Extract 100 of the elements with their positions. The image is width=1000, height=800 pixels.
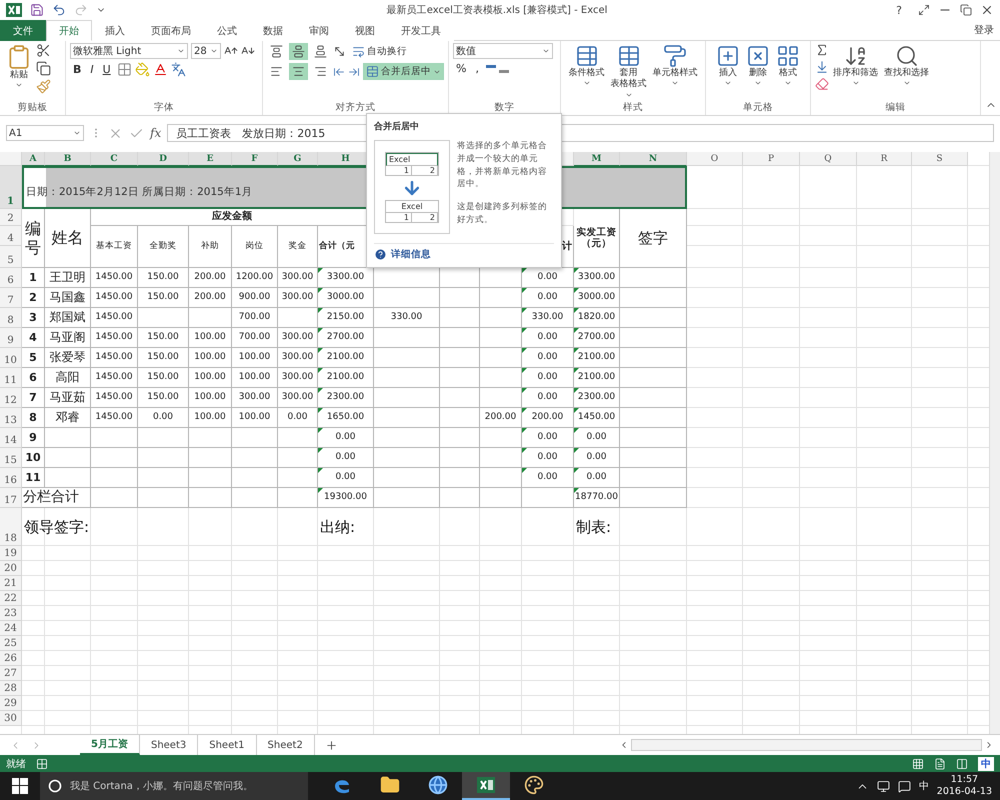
macro-icon[interactable] [36,758,48,770]
editing-button[interactable]: 查找和选择 [882,43,931,101]
cells-button[interactable]: 格式 [774,43,802,101]
column-header[interactable]: M [574,152,620,166]
copy-icon[interactable] [36,61,51,76]
font-size-field[interactable]: 28 [191,43,221,59]
number-format-button[interactable]: % [453,62,470,75]
font-style-button[interactable]: I [87,63,97,76]
search-field[interactable]: 我是 Cortana，小娜。有问题尽管问我。 [40,772,308,800]
fill-icon[interactable] [815,60,829,74]
column-header[interactable]: R [857,152,912,166]
ribbon-display-icon[interactable] [918,4,930,16]
font-field[interactable]: 微软雅黑 Light [70,43,188,59]
column-header[interactable]: G [278,152,318,166]
page-break-icon[interactable] [956,758,968,770]
row-header[interactable]: 4 [0,226,22,246]
name-box[interactable]: A1 [6,125,84,141]
borders-icon[interactable] [116,62,132,77]
style-button[interactable]: 套用 表格格式 [608,43,648,101]
scrollbar[interactable] [631,739,982,751]
help-button[interactable]: ? [888,4,910,16]
insert-function-button[interactable]: fx [150,126,162,140]
ime-indicator[interactable]: 中 [918,779,929,793]
add-sheet-icon[interactable] [324,738,338,752]
row-header[interactable]: 5 [0,246,22,268]
column-header[interactable]: F [232,152,278,166]
style-button[interactable]: 条件格式 [566,43,606,101]
row-header[interactable]: 25 [0,636,22,651]
row-header[interactable]: 29 [0,696,22,711]
close-icon[interactable] [980,3,994,17]
column-header[interactable]: S [912,152,968,166]
network-icon[interactable] [876,780,890,792]
notification-icon[interactable] [898,780,911,792]
row-header[interactable]: 20 [0,561,22,576]
row-header[interactable]: 18 [0,508,22,546]
decrease-indent-icon[interactable] [333,66,345,78]
cells-button[interactable]: 删除 [744,43,772,101]
row-header[interactable]: 7 [0,288,22,308]
row-header[interactable]: 2 [0,209,22,226]
increase-indent-icon[interactable] [348,66,360,78]
row-header[interactable]: 14 [0,428,22,448]
row-header[interactable]: 8 [0,308,22,328]
column-header[interactable]: N [620,152,687,166]
eraser-icon[interactable] [815,77,829,91]
merge-center-button[interactable]: 合并后居中 [363,63,444,80]
row-header[interactable]: 21 [0,576,22,591]
font-color-icon[interactable] [152,62,168,77]
row-header[interactable]: 19 [0,546,22,561]
row-header[interactable]: 9 [0,328,22,348]
align-middle-button[interactable] [289,43,308,60]
fill-color-icon[interactable] [134,62,150,77]
editing-button[interactable]: 排序和筛选 [831,43,880,101]
row-header[interactable]: 26 [0,651,22,666]
cells-button[interactable]: 插入 [714,43,742,101]
row-header[interactable]: 11 [0,368,22,388]
column-header[interactable]: Q [800,152,857,166]
taskbar-app[interactable] [462,772,510,800]
row-header[interactable]: 22 [0,591,22,606]
column-header[interactable]: B [45,152,91,166]
row-header[interactable]: 23 [0,606,22,621]
ribbon-tab[interactable]: 文件 [0,20,46,41]
row-header[interactable]: 27 [0,666,22,681]
column-header[interactable]: E [189,152,232,166]
more-info-link[interactable]: 详细信息 [374,243,554,261]
wrap-text-button[interactable]: 自动换行 [349,43,410,60]
save-icon[interactable] [30,3,44,17]
cut-icon[interactable] [36,43,51,58]
font-style-button[interactable]: U [100,63,114,76]
restore-icon[interactable] [960,4,972,16]
column-header[interactable]: A [22,152,45,166]
column-header[interactable]: C [91,152,138,166]
sign-in-link[interactable]: 登录 [968,20,1000,40]
column-header[interactable]: O [687,152,743,166]
row-header[interactable]: 10 [0,348,22,368]
undo-icon[interactable] [52,3,66,17]
number-format-button[interactable]: , [472,62,482,75]
row-header[interactable]: 6 [0,268,22,288]
row-header[interactable]: 16 [0,468,22,488]
sum-icon[interactable] [815,43,829,57]
app-logo-icon[interactable] [6,3,22,17]
font-style-button[interactable]: B [70,63,84,76]
row-header[interactable]: 24 [0,621,22,636]
row-header[interactable]: 1 [0,166,22,209]
ime-indicator[interactable]: 中 [978,756,994,770]
normal-view-icon[interactable] [912,758,924,770]
ribbon-tab[interactable]: 开始 [46,20,92,41]
style-button[interactable]: 单元格样式 [650,43,700,101]
align-center-button[interactable] [289,63,308,80]
scrollbar[interactable] [989,152,1000,734]
row-header[interactable]: 30 [0,711,22,726]
orientation-icon[interactable] [333,45,346,58]
row-header[interactable]: 13 [0,408,22,428]
decimal-icon[interactable] [484,62,511,74]
row-header[interactable]: 28 [0,681,22,696]
number-format-field[interactable]: 数值 [453,43,553,59]
column-header[interactable]: D [138,152,189,166]
page-layout-icon[interactable] [934,758,946,770]
row-header[interactable]: 15 [0,448,22,468]
paste-button[interactable]: 粘贴 [4,43,34,101]
row-header[interactable]: 12 [0,388,22,408]
